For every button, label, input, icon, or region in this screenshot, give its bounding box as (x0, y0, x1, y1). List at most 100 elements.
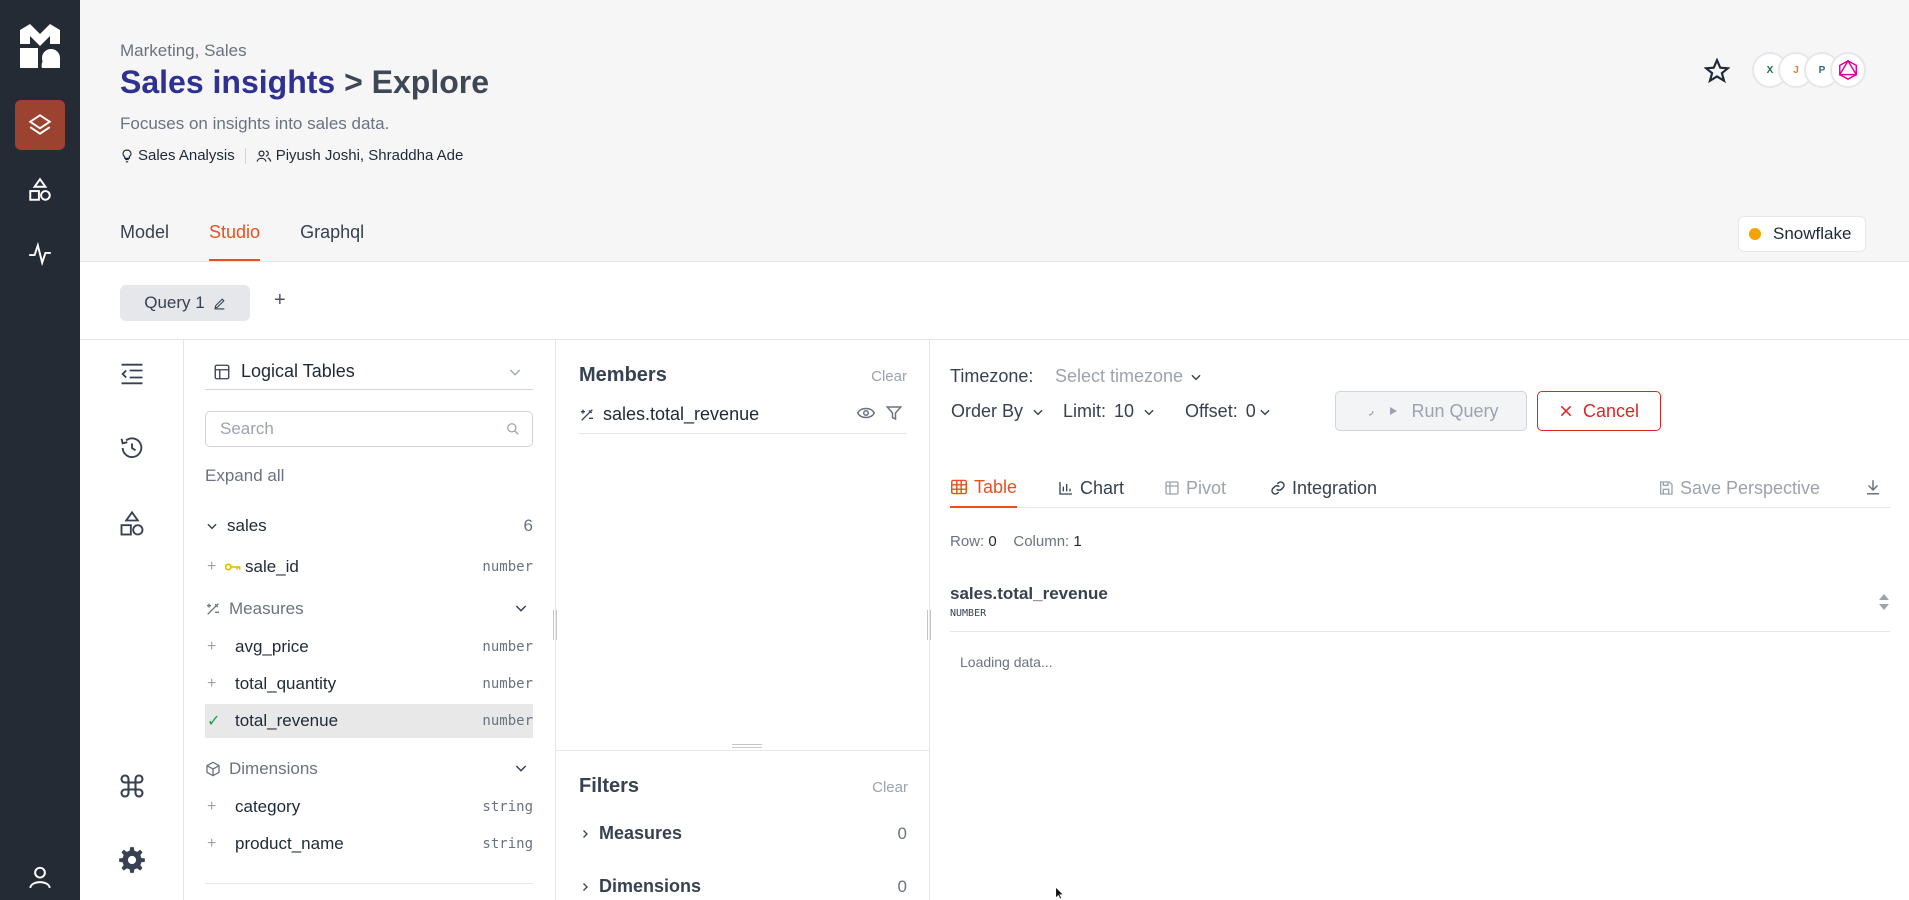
field-row-avg-price[interactable]: + avg_price number (205, 630, 533, 664)
view-tab-chart[interactable]: Chart (1058, 468, 1124, 508)
collapse-panel-icon[interactable] (118, 360, 146, 388)
chevron-down-icon (509, 369, 521, 376)
rail-user-button[interactable] (15, 852, 65, 900)
field-row-total-revenue[interactable]: ✓ total_revenue number (205, 704, 533, 738)
run-query-button[interactable]: Run Query (1335, 391, 1527, 431)
page-title-name[interactable]: Sales insights (120, 64, 335, 100)
save-perspective-label: Save Perspective (1680, 477, 1821, 498)
tab-graphql[interactable]: Graphql (300, 222, 364, 259)
field-name: total_quantity (235, 674, 337, 693)
page-description: Focuses on insights into sales data. (120, 114, 390, 133)
field-row-category[interactable]: + category string (205, 790, 533, 824)
filter-group-count: 0 (897, 823, 907, 843)
table-sales-header[interactable]: sales 6 (205, 509, 533, 543)
integrations-avatars[interactable]: X J P (1752, 52, 1866, 88)
layers-icon (28, 114, 52, 135)
tab-studio[interactable]: Studio (209, 222, 261, 261)
owners-label: Piyush Joshi, Shraddha Ade (275, 147, 464, 164)
status-dot (1749, 228, 1761, 240)
check-icon[interactable]: ✓ (205, 711, 235, 731)
table-name: sales (227, 516, 267, 535)
measure-icon (581, 408, 593, 421)
add-query-button[interactable]: + (274, 289, 286, 312)
settings-gear-icon[interactable] (118, 846, 146, 874)
mouse-cursor-icon (1055, 886, 1065, 900)
field-name: total_revenue (235, 711, 339, 730)
filter-icon[interactable] (885, 404, 903, 422)
eye-icon[interactable] (857, 404, 875, 422)
save-perspective-button[interactable]: Save Perspective (1658, 468, 1820, 508)
users-icon (256, 149, 272, 162)
offset-label: Offset: (1185, 401, 1238, 421)
offset-select[interactable]: Offset: 0 (1185, 401, 1272, 422)
members-clear-button[interactable]: Clear (871, 368, 907, 385)
filter-group-dimensions[interactable]: Dimensions 0 (579, 876, 907, 897)
filter-group-measures[interactable]: Measures 0 (579, 823, 907, 844)
download-icon[interactable] (1864, 478, 1882, 496)
order-by-select[interactable]: Order By (951, 401, 1045, 422)
field-row-product-name[interactable]: + product_name string (205, 827, 533, 861)
view-tab-pivot[interactable]: Pivot (1164, 468, 1226, 508)
field-row-total-quantity[interactable]: + total_quantity number (205, 667, 533, 701)
timezone-select[interactable]: Select timezone (1055, 366, 1203, 387)
view-tab-table[interactable]: Table (950, 468, 1018, 508)
expand-all-link[interactable]: Expand all (205, 466, 284, 486)
field-type: number (482, 639, 533, 655)
filters-title: Filters (579, 775, 640, 797)
favorite-star-icon[interactable] (1704, 58, 1730, 84)
page-title: Sales insights > Explore (120, 64, 489, 101)
filter-group-label: Dimensions (599, 876, 702, 896)
close-icon (1560, 405, 1572, 417)
resize-handle[interactable] (732, 744, 762, 748)
limit-select[interactable]: Limit: 10 (1063, 401, 1156, 422)
tab-model[interactable]: Model (120, 222, 169, 259)
sort-icon[interactable] (1878, 592, 1890, 612)
panel-divider (205, 883, 533, 884)
shapes-icon[interactable] (118, 510, 146, 538)
search-placeholder: Search (220, 419, 274, 438)
chevron-down-icon (207, 523, 217, 530)
plus-icon[interactable]: + (205, 558, 225, 576)
dimensions-group[interactable]: Dimensions (205, 754, 533, 784)
plus-icon[interactable]: + (205, 835, 235, 853)
owners-tag: Piyush Joshi, Shraddha Ade (256, 147, 464, 164)
member-item[interactable]: sales.total_revenue (579, 396, 907, 434)
rail-layers-button[interactable] (15, 100, 65, 150)
main-tabs: Model Studio Graphql (120, 222, 364, 261)
filters-clear-button[interactable]: Clear (872, 779, 908, 796)
rail-shapes-button[interactable] (15, 165, 65, 215)
run-query-label: Run Query (1411, 400, 1499, 421)
user-icon (29, 866, 51, 889)
measures-group[interactable]: Measures (205, 594, 533, 624)
plus-icon[interactable]: + (205, 798, 235, 816)
column-label: Column: (1013, 533, 1070, 550)
loading-text: Loading data... (960, 654, 1053, 670)
plus-icon[interactable]: + (205, 675, 235, 693)
app-rail (0, 0, 80, 900)
view-tab-integration[interactable]: Integration (1270, 468, 1377, 508)
pencil-icon[interactable] (213, 297, 226, 310)
history-icon[interactable] (118, 434, 146, 462)
logical-tables-select[interactable]: Logical Tables (205, 354, 533, 390)
play-icon (1390, 407, 1398, 415)
breadcrumb[interactable]: Marketing, Sales (120, 41, 247, 61)
plus-icon[interactable]: + (205, 638, 235, 656)
link-icon (1271, 481, 1285, 495)
cancel-button[interactable]: Cancel (1537, 391, 1661, 431)
datasource-badge[interactable]: Snowflake (1738, 216, 1867, 252)
field-row-sale-id[interactable]: + sale_id number (205, 550, 533, 584)
row-value: 0 (988, 533, 997, 550)
filter-group-label: Measures (599, 823, 683, 843)
command-icon[interactable] (118, 772, 146, 800)
field-name: sale_id (245, 557, 299, 576)
table-search-input[interactable]: Search (205, 411, 533, 447)
rail-activity-button[interactable] (15, 229, 65, 279)
table-column-header[interactable]: sales.total_revenue NUMBER (950, 584, 1890, 632)
field-type: string (482, 836, 533, 852)
pivot-icon (1165, 481, 1179, 495)
chevron-down-icon (1260, 409, 1270, 415)
query-tab[interactable]: Query 1 (120, 285, 250, 321)
category-tag: Sales Analysis (120, 147, 235, 164)
query-tab-label: Query 1 (144, 293, 205, 312)
app-logo-icon[interactable] (20, 24, 60, 68)
